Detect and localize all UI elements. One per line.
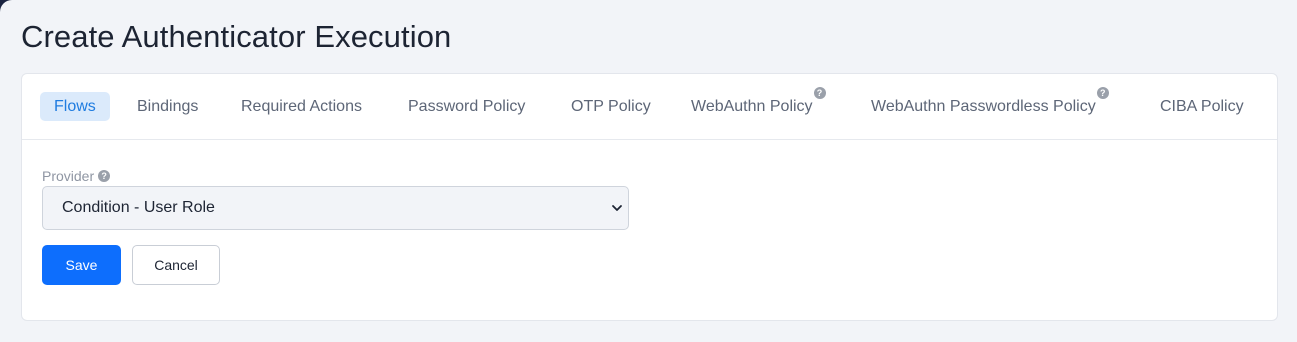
page-title: Create Authenticator Execution: [21, 19, 452, 54]
chevron-down-icon: [612, 205, 622, 211]
help-icon[interactable]: ?: [813, 87, 826, 99]
page-container: Create Authenticator Execution Flows Bin…: [0, 0, 1297, 342]
tab-bar: Flows Bindings Required Actions Password…: [22, 74, 1277, 140]
tab-required-actions[interactable]: Required Actions: [241, 92, 362, 121]
tab-flows[interactable]: Flows: [40, 92, 110, 121]
tab-otp-policy[interactable]: OTP Policy: [571, 92, 651, 121]
tab-password-policy[interactable]: Password Policy: [408, 92, 525, 121]
tab-label: CIBA Policy: [1160, 98, 1244, 115]
tab-label: WebAuthn Passwordless Policy: [871, 98, 1096, 115]
tab-label: Bindings: [137, 98, 199, 115]
tab-label: OTP Policy: [571, 98, 651, 115]
tab-webauthn-policy[interactable]: WebAuthn Policy?: [691, 87, 826, 121]
provider-label: Provider?: [42, 167, 111, 185]
tab-ciba-policy[interactable]: CIBA Policy: [1160, 92, 1244, 121]
tab-label: Flows: [54, 98, 96, 115]
save-button[interactable]: Save: [42, 245, 121, 285]
cancel-button[interactable]: Cancel: [132, 245, 220, 285]
provider-label-text: Provider: [42, 168, 95, 184]
provider-selected-value: Condition - User Role: [62, 199, 215, 216]
help-icon[interactable]: ?: [98, 170, 111, 182]
help-icon[interactable]: ?: [1096, 87, 1109, 99]
provider-select[interactable]: Condition - User Role: [42, 186, 629, 230]
tab-label: WebAuthn Policy: [691, 98, 813, 115]
tab-label: Required Actions: [241, 98, 362, 115]
authentication-card: Flows Bindings Required Actions Password…: [21, 73, 1278, 321]
tab-bindings[interactable]: Bindings: [137, 92, 198, 121]
tab-webauthn-passwordless-policy[interactable]: WebAuthn Passwordless Policy?: [871, 87, 1109, 121]
tab-label: Password Policy: [408, 98, 526, 115]
